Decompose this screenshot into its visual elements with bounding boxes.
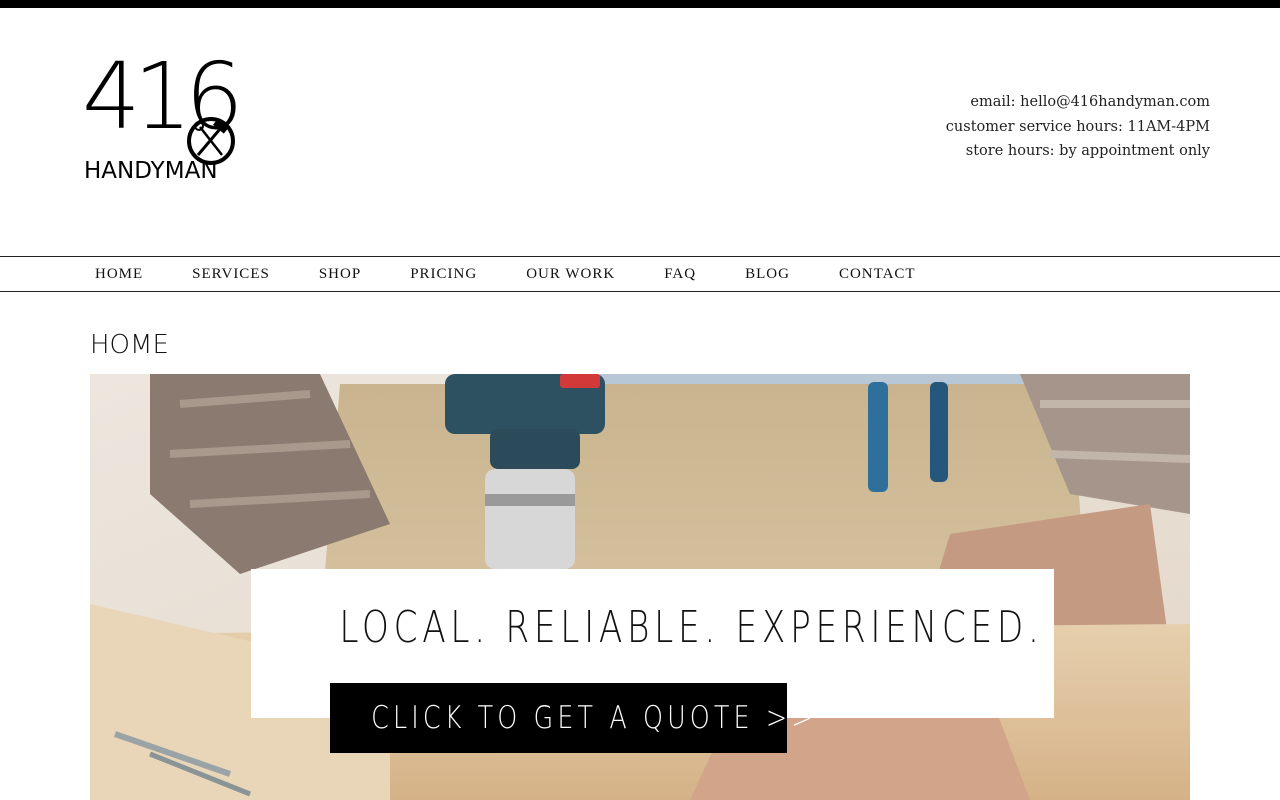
contact-service-hours: customer service hours: 11AM-4PM (945, 118, 1210, 135)
nav-item-pricing[interactable]: PRICING (410, 266, 477, 283)
main-nav: HOME SERVICES SHOP PRICING OUR WORK FAQ … (0, 256, 1280, 292)
top-bar (0, 0, 1280, 8)
contact-store-hours: store hours: by appointment only (965, 143, 1210, 159)
site-logo[interactable]: 416 HANDYMAN (82, 51, 244, 193)
contact-info: email: hello@416handyman.com customer se… (946, 90, 1210, 164)
contact-email[interactable]: email: hello@416handyman.com (946, 90, 1210, 115)
get-quote-label: CLICK TO GET A QUOTE >> (371, 700, 817, 736)
nav-item-faq[interactable]: FAQ (664, 266, 696, 283)
nav-item-our-work[interactable]: OUR WORK (526, 266, 615, 283)
nav-item-home[interactable]: HOME (95, 266, 143, 283)
hammer-wrench-icon (187, 117, 235, 165)
nav-item-shop[interactable]: SHOP (319, 266, 361, 283)
nav-item-contact[interactable]: CONTACT (839, 266, 916, 283)
site-header: 416 HANDYMAN email: hello@416handyman.co… (0, 8, 1280, 256)
hero-tagline: LOCAL. RELIABLE. EXPERIENCED. (339, 602, 1044, 653)
main-nav-list: HOME SERVICES SHOP PRICING OUR WORK FAQ … (95, 257, 965, 291)
nav-item-blog[interactable]: BLOG (745, 266, 790, 283)
nav-item-services[interactable]: SERVICES (192, 266, 270, 283)
get-quote-button[interactable]: CLICK TO GET A QUOTE >> (330, 683, 817, 753)
page-title: HOME (90, 330, 169, 360)
